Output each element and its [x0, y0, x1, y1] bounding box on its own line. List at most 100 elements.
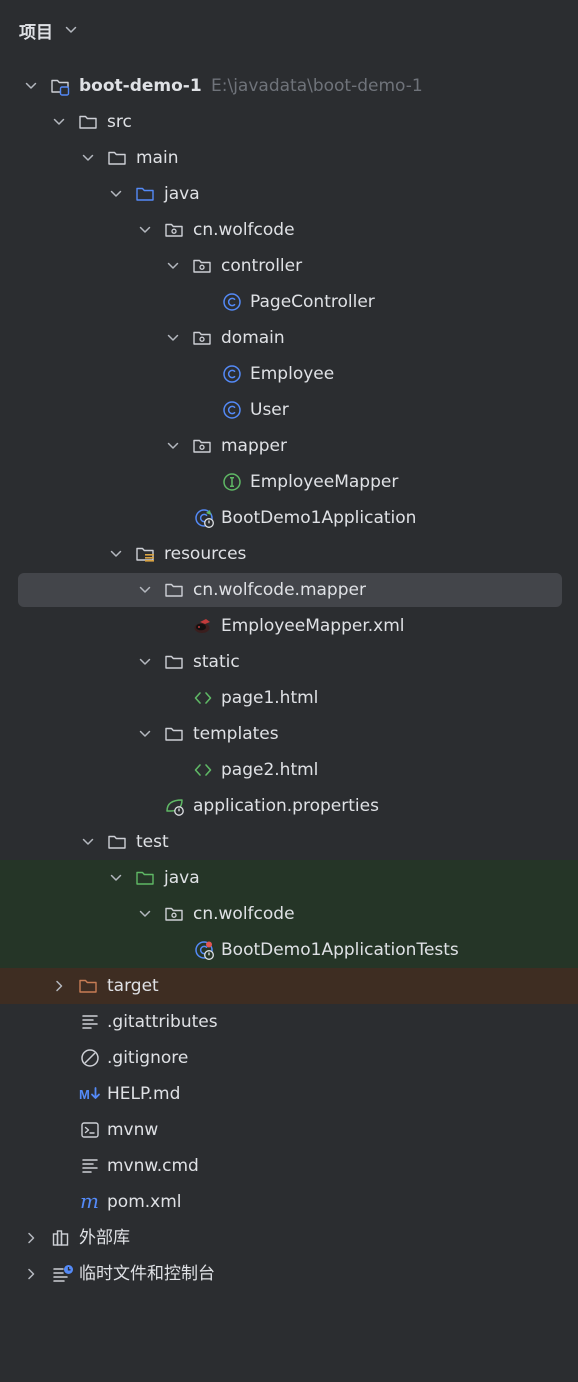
tree-item-gitattributes[interactable]: .gitattributes	[0, 1004, 578, 1040]
tree-item-gitignore[interactable]: .gitignore	[0, 1040, 578, 1076]
tree-item-label: cn.wolfcode	[193, 220, 295, 240]
tree-item-label: target	[107, 976, 159, 996]
chevron-down-icon[interactable]	[52, 115, 66, 129]
chevron-right-icon[interactable]	[24, 1267, 38, 1281]
tree-item-static[interactable]: static	[0, 644, 578, 680]
tree-item-label: java	[164, 868, 200, 888]
chevron-down-icon[interactable]	[81, 835, 95, 849]
chevron-down-icon[interactable]	[109, 547, 123, 561]
chevron-down-icon[interactable]	[138, 907, 152, 921]
tree-item-label: 临时文件和控制台	[79, 1264, 215, 1284]
chevron-right-icon[interactable]	[52, 979, 66, 993]
tree-item-app-properties[interactable]: application.properties	[0, 788, 578, 824]
tree-item-label: mvnw	[107, 1120, 159, 1140]
tree-item-resources[interactable]: resources	[0, 536, 578, 572]
tree-item-label: java	[164, 184, 200, 204]
terminal-icon	[80, 1120, 100, 1140]
tree-item-page-controller[interactable]: PageController	[0, 284, 578, 320]
module-folder-icon	[50, 76, 70, 96]
tree-item-label: application.properties	[193, 796, 379, 816]
tree-item-label: test	[136, 832, 169, 852]
chevron-right-icon[interactable]	[24, 1231, 38, 1245]
class-icon	[222, 292, 242, 312]
spring-boot-class-icon	[194, 508, 214, 528]
tree-item-label: .gitignore	[107, 1048, 189, 1068]
folder-icon	[78, 112, 98, 132]
tree-item-label: cn.wolfcode.mapper	[193, 580, 366, 600]
chevron-down-icon[interactable]	[109, 871, 123, 885]
tree-item-external-libs[interactable]: 外部库	[0, 1220, 578, 1256]
chevron-down-icon[interactable]	[138, 655, 152, 669]
tree-item-mapper[interactable]: mapper	[0, 428, 578, 464]
tree-item-label: mvnw.cmd	[107, 1156, 199, 1176]
tree-item-app-tests[interactable]: BootDemo1ApplicationTests	[0, 932, 578, 968]
tree-item-test-java[interactable]: java	[0, 860, 578, 896]
tree-item-mvnw-cmd[interactable]: mvnw.cmd	[0, 1148, 578, 1184]
tree-item-package-test[interactable]: cn.wolfcode	[0, 896, 578, 932]
chevron-down-icon[interactable]	[24, 79, 38, 93]
chevron-down-icon[interactable]	[109, 187, 123, 201]
tree-item-resources-mapper[interactable]: cn.wolfcode.mapper	[0, 572, 578, 608]
tree-item-label: EmployeeMapper.xml	[221, 616, 405, 636]
tree-item-label: controller	[221, 256, 303, 276]
test-class-icon	[194, 940, 214, 960]
tree-item-page1[interactable]: page1.html	[0, 680, 578, 716]
tree-item-src[interactable]: src	[0, 104, 578, 140]
tree-item-package-main[interactable]: cn.wolfcode	[0, 212, 578, 248]
chevron-down-icon[interactable]	[166, 259, 180, 273]
tree-item-label: Employee	[250, 364, 335, 384]
panel-title[interactable]: 项目	[19, 18, 53, 43]
chevron-down-icon[interactable]	[166, 439, 180, 453]
tree-item-scratches[interactable]: 临时文件和控制台	[0, 1256, 578, 1292]
excluded-folder-icon	[78, 976, 98, 996]
tree-item-controller[interactable]: controller	[0, 248, 578, 284]
tree-item-target[interactable]: target	[0, 968, 578, 1004]
mybatis-xml-icon	[193, 616, 213, 636]
chevron-down-icon[interactable]	[64, 23, 78, 37]
folder-icon	[164, 580, 184, 600]
tree-item-pom[interactable]: pom.xml	[0, 1184, 578, 1220]
ignore-file-icon	[80, 1048, 100, 1068]
folder-icon	[107, 148, 127, 168]
tree-item-test[interactable]: test	[0, 824, 578, 860]
tree-item-help-md[interactable]: HELP.md	[0, 1076, 578, 1112]
tree-item-employee[interactable]: Employee	[0, 356, 578, 392]
tree-item-app-class[interactable]: BootDemo1Application	[0, 500, 578, 536]
tree-item-mvnw[interactable]: mvnw	[0, 1112, 578, 1148]
tree-item-label: EmployeeMapper	[250, 472, 399, 492]
folder-icon	[164, 652, 184, 672]
tree-item-label: boot-demo-1	[79, 76, 202, 96]
resources-folder-icon	[135, 544, 155, 564]
tree-item-label: 外部库	[79, 1228, 130, 1248]
source-folder-icon	[135, 184, 155, 204]
test-folder-icon	[135, 868, 155, 888]
chevron-down-icon[interactable]	[81, 151, 95, 165]
tree-item-root[interactable]: boot-demo-1 E:\javadata\boot-demo-1	[0, 68, 578, 104]
text-file-icon	[80, 1156, 100, 1176]
tree-item-label: templates	[193, 724, 279, 744]
tree-item-employee-mapper[interactable]: EmployeeMapper	[0, 464, 578, 500]
chevron-down-icon[interactable]	[138, 727, 152, 741]
text-file-icon	[80, 1012, 100, 1032]
package-icon	[164, 220, 184, 240]
chevron-down-icon[interactable]	[138, 223, 152, 237]
tree-item-label: page1.html	[221, 688, 319, 708]
tree-item-label: PageController	[250, 292, 375, 312]
tree-item-label: domain	[221, 328, 285, 348]
chevron-down-icon[interactable]	[166, 331, 180, 345]
module-path: E:\javadata\boot-demo-1	[211, 76, 423, 96]
tree-item-mapper-xml[interactable]: EmployeeMapper.xml	[0, 608, 578, 644]
tree-item-templates[interactable]: templates	[0, 716, 578, 752]
tree-item-label: .gitattributes	[107, 1012, 218, 1032]
tree-item-main-java[interactable]: java	[0, 176, 578, 212]
interface-icon	[222, 472, 242, 492]
tree-item-main[interactable]: main	[0, 140, 578, 176]
tree-item-page2[interactable]: page2.html	[0, 752, 578, 788]
tree-item-label: BootDemo1Application	[221, 508, 417, 528]
tree-item-label: HELP.md	[107, 1084, 181, 1104]
tree-item-domain[interactable]: domain	[0, 320, 578, 356]
tree-item-user[interactable]: User	[0, 392, 578, 428]
class-icon	[222, 364, 242, 384]
chevron-down-icon[interactable]	[138, 583, 152, 597]
markdown-icon	[78, 1084, 102, 1104]
